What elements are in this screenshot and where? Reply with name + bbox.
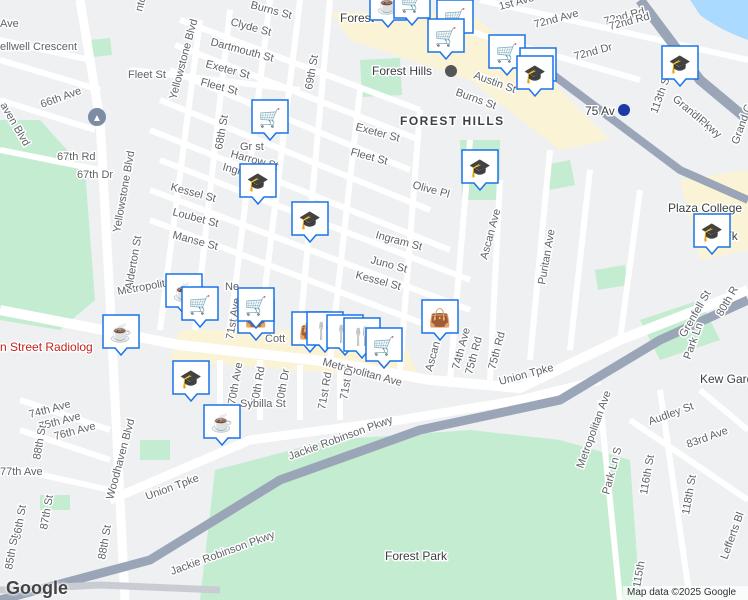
map-label: Ave [0,18,19,30]
map-label: Forest Hills [372,64,432,78]
map-label: 88th St [96,524,114,560]
map-label: Plaza College [668,201,742,215]
map-label: 67th Rd [57,151,96,163]
map-label: Audley St [647,400,695,427]
map-label: n Street Radiolog [0,340,93,354]
street [0,57,101,93]
map-label: Lefferts Bl [719,511,747,561]
map-label: 66th Ave [39,85,83,111]
shopping-cart-icon-glyph: 🛒 [401,0,423,13]
map-label: Olive Pl [411,179,451,200]
map-label: Grand Pkwy [670,93,724,141]
shopping-cart-icon-glyph: 🛒 [245,295,267,316]
shopping-cart-icon-glyph: 🛒 [189,294,211,315]
coffee-cup-icon-glyph: ☕ [211,412,233,433]
map-label: Kew Gard [700,372,748,386]
map-label: 116th St [638,454,657,496]
graduation-cap-icon-glyph: 🎓 [701,222,723,242]
forest-park [200,430,640,600]
graduation-cap-icon-glyph: 🎓 [669,54,691,74]
map-label: Sybilla St [240,398,286,410]
map-label: 72nd Dr [573,41,614,63]
map-label: 75 Av [585,104,615,118]
park-tile [140,440,170,460]
street [567,169,593,351]
shopping-cart-icon[interactable]: 🛒 [181,286,219,329]
map-label: 118th St [680,474,699,516]
map-label: 71st Rd [316,371,334,410]
coffee-cup-icon[interactable]: ☕ [203,404,241,447]
graduation-cap-icon-glyph: 🎓 [469,158,491,178]
map-label: Yellowstone Blvd [111,150,137,234]
street [698,387,748,433]
map-label: Fleet St [128,69,166,81]
map-attribution: Map data ©2025 Google [623,586,748,600]
subway-icon[interactable] [618,104,630,116]
map-label: Ne [225,281,239,293]
map-label: Fleet St [349,146,389,167]
map[interactable]: FOREST HILLS Kew Gard Forest Park Forest Hi… [0,0,748,600]
graduation-cap-icon[interactable]: 🎓 [172,360,210,403]
map-label: ellwell Crescent [0,41,77,53]
map-label: Manse St [171,229,219,253]
shopping-bag-icon-glyph: 👜 [429,307,451,328]
map-label: nton Pl [133,0,153,13]
shopping-cart-icon-glyph: 🛒 [373,335,395,356]
map-label: FOREST HILLS [400,114,505,128]
graduation-cap-icon-glyph: 🎓 [247,172,269,192]
graduation-cap-icon[interactable]: 🎓 [291,201,329,244]
street [617,189,643,341]
map-canvas[interactable]: FOREST HILLS Kew Gard Forest Park Forest Hi… [0,0,748,600]
shopping-cart-icon-glyph: 🛒 [259,107,281,128]
map-label: 83rd Ave [685,425,730,451]
coffee-cup-icon-glyph: ☕ [110,322,132,343]
graduation-cap-icon-glyph: 🎓 [180,369,202,389]
map-label: 67th Dr [77,169,113,181]
graduation-cap-icon-glyph: 🎓 [524,64,546,84]
map-label: Ascan [423,340,443,373]
map-label: Cott [265,333,285,345]
shopping-cart-icon-glyph: 🛒 [496,42,518,63]
subway-icon[interactable] [445,65,457,77]
map-label: Gr st [240,141,264,153]
map-label: 88th St [31,424,49,460]
map-label: 85th St [3,534,21,570]
water [690,0,748,40]
google-logo: Google [6,578,68,598]
graduation-cap-icon-glyph: 🎓 [299,210,321,230]
shopping-cart-icon-glyph: 🛒 [435,26,457,47]
poi-dot-glyph: ▲ [92,113,102,124]
map-label: Forest Park [385,549,448,563]
park-tile [595,265,628,290]
map-label: 77th Ave [0,466,43,478]
